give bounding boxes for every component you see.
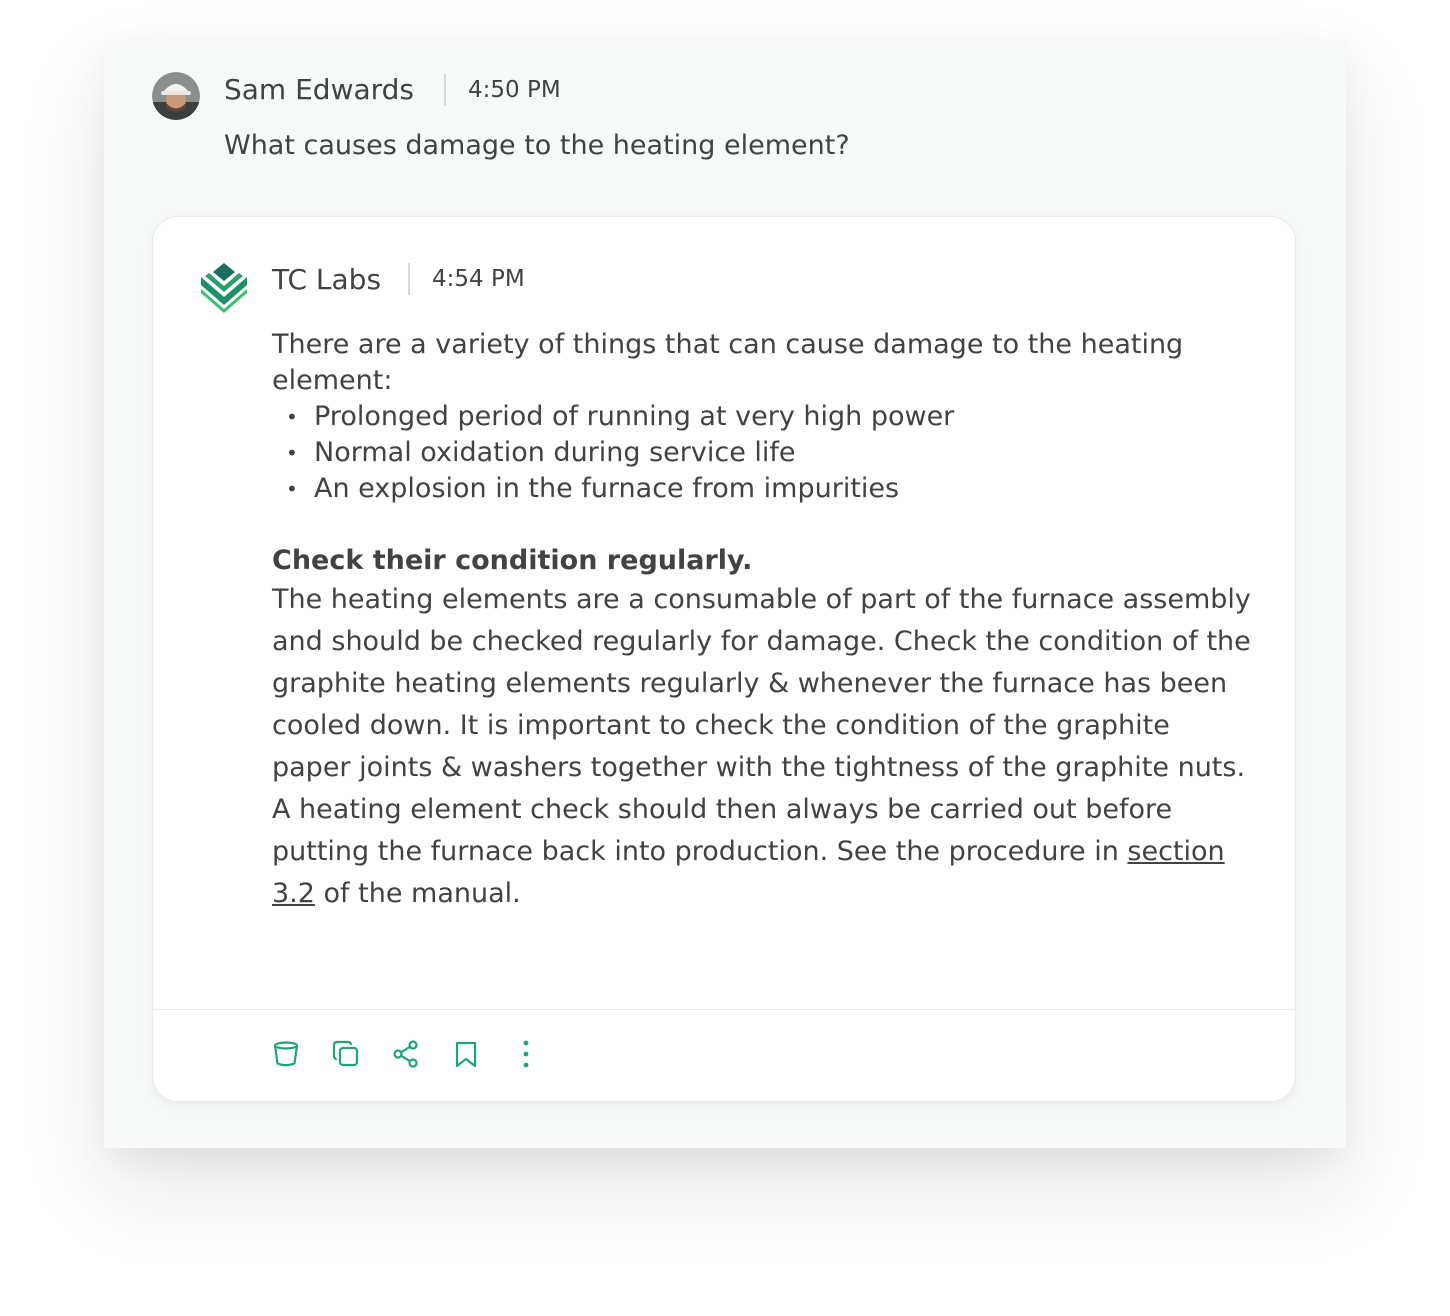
tc-labs-logo-icon	[201, 263, 247, 313]
paragraph: The heating elements are a consumable of…	[272, 584, 1251, 783]
user-name: Sam Edwards	[224, 73, 415, 106]
separator	[444, 74, 446, 106]
bot-timestamp: 4:54 PM	[432, 266, 525, 292]
share-icon	[393, 1040, 418, 1068]
bucket-icon	[273, 1041, 299, 1067]
copy-button[interactable]	[331, 1039, 361, 1069]
bookmark-button[interactable]	[451, 1039, 481, 1069]
user-message-text: What causes damage to the heating elemen…	[224, 130, 850, 161]
list-item: • Normal oxidation during service life	[272, 435, 1252, 471]
separator	[408, 263, 410, 295]
share-button[interactable]	[391, 1039, 421, 1069]
user-avatar	[152, 72, 200, 120]
more-vertical-icon	[523, 1040, 529, 1068]
divider	[153, 1009, 1295, 1010]
bullet-icon: •	[286, 405, 298, 429]
more-options-button[interactable]	[511, 1039, 541, 1069]
bot-response-card: TC Labs 4:54 PM There are a variety of t…	[152, 216, 1296, 1102]
chat-panel: Sam Edwards 4:50 PM What causes damage t…	[104, 40, 1346, 1148]
cause-list: • Prolonged period of running at very hig…	[272, 399, 1252, 507]
bullet-icon: •	[286, 477, 298, 501]
list-item: • Prolonged period of running at very hig…	[272, 399, 1252, 435]
action-bar	[271, 1039, 541, 1069]
paragraph: A heating element check should then alwa…	[272, 794, 1225, 909]
bot-name: TC Labs	[272, 263, 382, 296]
bot-message-body: There are a variety of things that can c…	[272, 327, 1252, 915]
bucket-button[interactable]	[271, 1039, 301, 1069]
list-item: • An explosion in the furnace from impuri…	[272, 471, 1252, 507]
copy-icon	[332, 1040, 359, 1067]
intro-text: There are a variety of things that can c…	[272, 329, 1184, 396]
bookmark-icon	[455, 1041, 477, 1068]
section-heading: Check their condition regularly.	[272, 545, 753, 576]
bullet-icon: •	[286, 441, 298, 465]
user-timestamp: 4:50 PM	[468, 77, 561, 103]
